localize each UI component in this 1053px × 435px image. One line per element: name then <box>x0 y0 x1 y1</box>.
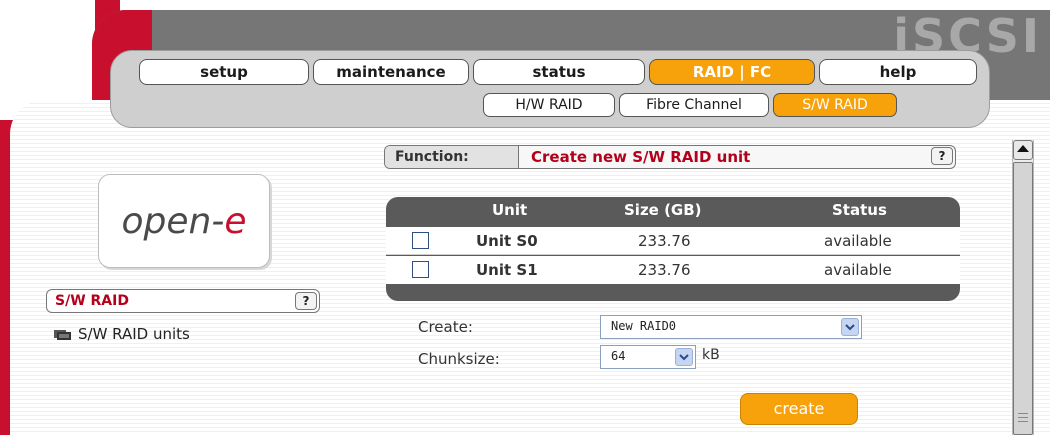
function-help-button[interactable]: ? <box>931 147 953 165</box>
chevron-down-glyph <box>845 324 855 331</box>
cell-status: available <box>824 261 892 279</box>
vertical-scrollbar[interactable] <box>1012 140 1034 435</box>
chevron-down-icon[interactable] <box>675 348 693 366</box>
cell-unit: Unit S0 <box>476 232 538 250</box>
chevron-down-icon[interactable] <box>841 318 859 336</box>
row-checkbox[interactable] <box>412 232 429 249</box>
create-label: Create: <box>418 318 473 336</box>
section-title: S/W RAID <box>55 293 129 309</box>
column-header-status: Status <box>832 201 887 219</box>
subtab-fibre-channel[interactable]: Fibre Channel <box>619 93 769 117</box>
corner-background <box>0 0 92 100</box>
scrollbar-thumb[interactable] <box>1013 162 1033 435</box>
subtab-sw-raid[interactable]: S/W RAID <box>773 93 897 117</box>
create-select[interactable]: New RAID0 <box>600 315 862 339</box>
subtab-hw-raid[interactable]: H/W RAID <box>483 93 615 117</box>
table-header: Unit Size (GB) Status <box>386 197 960 227</box>
section-header: S/W RAID ? <box>46 289 320 313</box>
function-label: Function: <box>385 146 519 168</box>
cell-size: 233.76 <box>638 232 691 250</box>
tree-item-sw-raid-units[interactable]: S/W RAID units <box>54 325 190 345</box>
chunksize-label: Chunksize: <box>418 350 500 368</box>
logo-text-accent: e <box>224 201 247 242</box>
section-help-button[interactable]: ? <box>295 292 317 310</box>
grip-icon <box>1018 413 1028 422</box>
tab-status[interactable]: status <box>473 59 645 85</box>
row-checkbox[interactable] <box>412 261 429 278</box>
chunksize-value: 64 <box>611 349 626 363</box>
arrow-up-glyph <box>1017 145 1029 152</box>
cell-status: available <box>824 232 892 250</box>
arrow-up-icon[interactable] <box>1013 140 1033 160</box>
folder-icon <box>54 330 71 340</box>
create-select-value: New RAID0 <box>611 319 677 333</box>
chunksize-select[interactable]: 64 <box>600 345 696 369</box>
logo-wordmark: open-e <box>122 201 247 242</box>
create-button[interactable]: create <box>740 393 858 425</box>
tree-item-label: S/W RAID units <box>78 325 190 343</box>
function-bar: Function: Create new S/W RAID unit ? <box>384 145 956 169</box>
tab-help[interactable]: help <box>819 59 977 85</box>
function-value: Create new S/W RAID unit <box>531 148 751 166</box>
column-header-size: Size (GB) <box>624 201 702 219</box>
column-header-unit: Unit <box>492 201 528 219</box>
logo: open-e <box>98 174 270 268</box>
tab-raid-fc[interactable]: RAID | FC <box>649 59 815 85</box>
logo-text-main: open- <box>121 201 225 242</box>
cell-size: 233.76 <box>638 261 691 279</box>
tab-maintenance[interactable]: maintenance <box>313 59 469 85</box>
tab-setup[interactable]: setup <box>139 59 309 85</box>
app-window: iSCSI setup maintenance status RAID | FC… <box>0 0 1053 435</box>
main-navigation: setup maintenance status RAID | FC help … <box>110 50 990 128</box>
chevron-down-glyph <box>679 354 689 361</box>
table-row: Unit S1 233.76 available <box>386 256 960 284</box>
cell-unit: Unit S1 <box>476 261 538 279</box>
units-table: Unit Size (GB) Status Unit S0 233.76 ava… <box>386 197 960 301</box>
chunksize-unit: kB <box>702 347 720 363</box>
table-row: Unit S0 233.76 available <box>386 227 960 255</box>
